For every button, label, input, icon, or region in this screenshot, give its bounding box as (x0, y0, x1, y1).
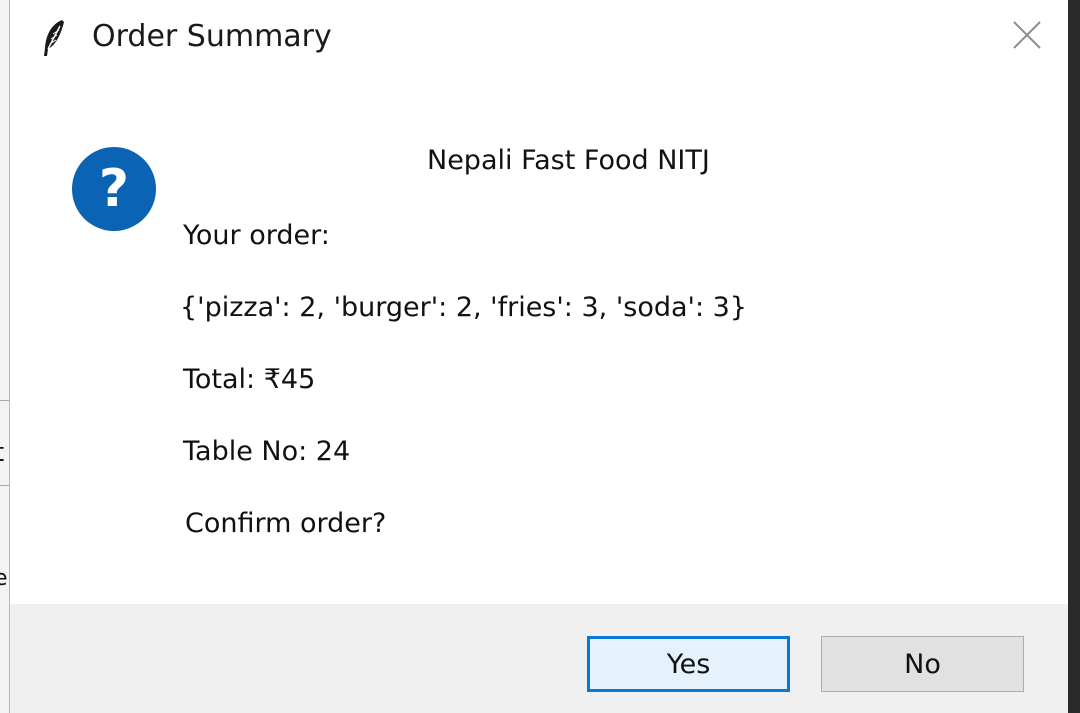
confirm-prompt-text: Confirm order? (185, 508, 387, 539)
background-divider (0, 485, 10, 486)
table-number-text: Table No: 24 (183, 436, 351, 467)
feather-icon (44, 20, 64, 56)
order-summary-dialog: Order Summary ? Nepali Fast Food NITJ Yo… (10, 0, 1068, 713)
title-bar[interactable]: Order Summary (10, 0, 1068, 78)
yes-button[interactable]: Yes (587, 636, 790, 692)
window-title: Order Summary (92, 19, 332, 54)
your-order-label: Your order: (183, 220, 330, 251)
button-bar: Yes No (10, 604, 1068, 713)
background-text-fragment: t (0, 440, 4, 466)
background-window-edge: t e (0, 0, 10, 713)
close-icon[interactable] (1010, 18, 1044, 52)
order-total-text: Total: ₹45 (183, 364, 316, 395)
restaurant-heading: Nepali Fast Food NITJ (427, 145, 710, 176)
order-items-text: {'pizza': 2, 'burger': 2, 'fries': 3, 's… (180, 292, 747, 323)
question-icon: ? (72, 147, 156, 231)
no-button[interactable]: No (821, 636, 1024, 692)
background-divider (0, 400, 10, 401)
question-icon-glyph: ? (99, 159, 129, 219)
background-text-fragment-lower: e (0, 566, 8, 591)
background-window-edge-right (1068, 0, 1080, 713)
